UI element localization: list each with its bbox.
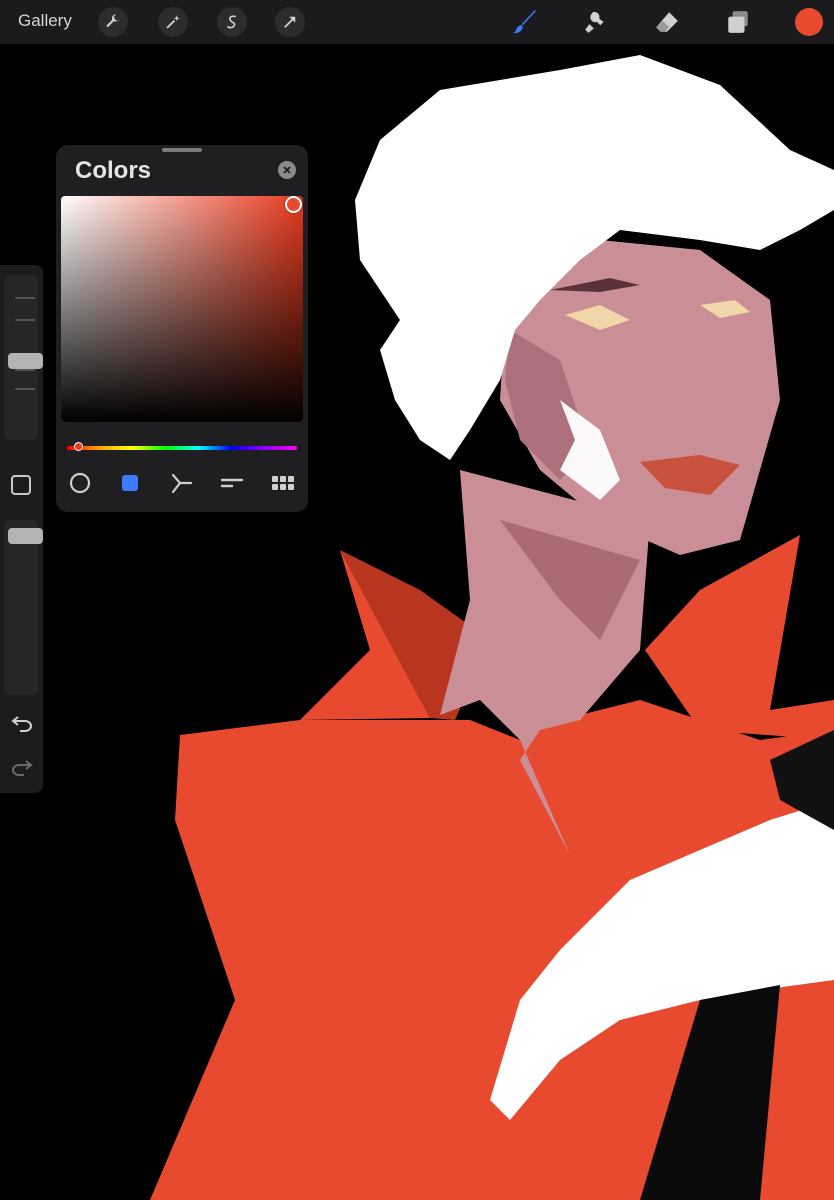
opacity-slider[interactable] bbox=[4, 520, 43, 695]
wrench-icon bbox=[106, 14, 120, 28]
brush-size-slider[interactable] bbox=[4, 275, 43, 440]
classic-mode-button[interactable] bbox=[117, 471, 143, 495]
colors-panel: Colors bbox=[56, 145, 308, 512]
adjustments-button[interactable] bbox=[158, 7, 188, 37]
harmony-icon bbox=[171, 473, 193, 494]
hue-slider[interactable] bbox=[67, 442, 297, 451]
smudge-icon bbox=[585, 12, 604, 33]
color-swatch-button[interactable] bbox=[795, 8, 823, 36]
slider-tick bbox=[15, 297, 35, 299]
value-sliders-icon bbox=[220, 478, 244, 488]
palettes-grid-icon bbox=[272, 476, 294, 490]
left-sidebar bbox=[0, 265, 43, 793]
transform-arrow-icon bbox=[284, 16, 296, 28]
slider-tick bbox=[15, 319, 35, 321]
selection-s-icon bbox=[226, 15, 237, 29]
brush-size-thumb[interactable] bbox=[8, 352, 43, 369]
brightness-gradient bbox=[61, 196, 303, 422]
actions-button[interactable] bbox=[98, 7, 128, 37]
eraser-tool-button[interactable] bbox=[652, 7, 682, 37]
panel-grabber[interactable] bbox=[162, 148, 202, 152]
magic-wand-icon bbox=[166, 15, 180, 29]
disc-mode-button[interactable] bbox=[67, 471, 93, 495]
layers-icon bbox=[728, 11, 748, 33]
close-panel-button[interactable] bbox=[278, 161, 296, 179]
slider-tick bbox=[15, 388, 35, 390]
undo-icon[interactable] bbox=[10, 711, 34, 735]
smudge-tool-button[interactable] bbox=[581, 7, 611, 37]
eraser-icon bbox=[656, 12, 678, 32]
hue-slider-handle[interactable] bbox=[74, 442, 83, 451]
modify-square-icon[interactable] bbox=[11, 475, 31, 495]
slider-tick bbox=[15, 369, 35, 371]
gallery-button[interactable]: Gallery bbox=[18, 11, 72, 31]
transform-button[interactable] bbox=[275, 7, 305, 37]
close-icon bbox=[283, 166, 291, 174]
disc-icon bbox=[69, 472, 91, 494]
classic-square-icon bbox=[122, 475, 138, 491]
color-picker-square[interactable] bbox=[61, 196, 303, 422]
selection-button[interactable] bbox=[217, 7, 247, 37]
brush-tool-button[interactable] bbox=[510, 7, 540, 37]
harmony-mode-button[interactable] bbox=[168, 471, 194, 495]
layers-button[interactable] bbox=[723, 7, 753, 37]
value-mode-button[interactable] bbox=[219, 471, 245, 495]
opacity-thumb[interactable] bbox=[8, 528, 43, 544]
top-toolbar: Gallery bbox=[0, 0, 834, 44]
panel-title: Colors bbox=[75, 157, 152, 184]
brush-icon bbox=[513, 10, 536, 34]
palettes-mode-button[interactable] bbox=[270, 471, 296, 495]
redo-icon[interactable] bbox=[10, 755, 34, 779]
